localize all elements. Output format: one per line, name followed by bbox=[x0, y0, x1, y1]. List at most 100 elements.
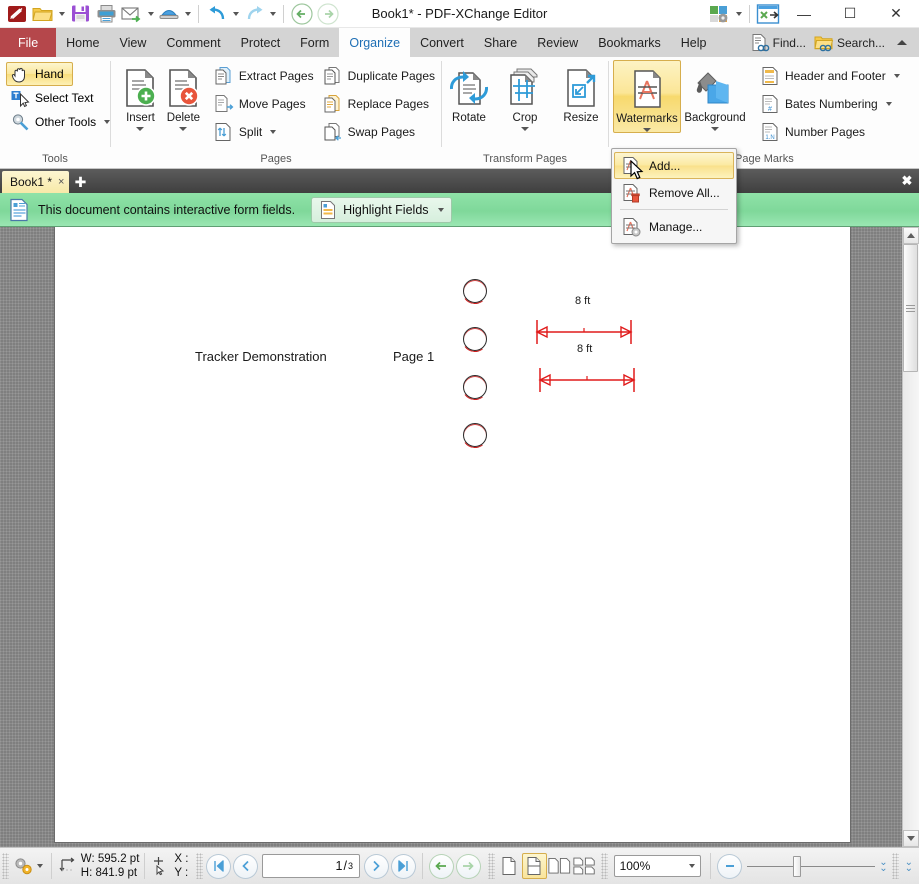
split-pages-caret-icon[interactable] bbox=[270, 130, 276, 134]
highlight-fields-button[interactable]: Highlight Fields bbox=[311, 197, 451, 223]
select-text-button[interactable]: Select Text bbox=[6, 86, 102, 110]
zoom-slider-thumb[interactable] bbox=[793, 856, 801, 877]
navigate-back-button[interactable] bbox=[429, 854, 454, 879]
pdf-page-1[interactable]: Tracker Demonstration Page 1 bbox=[55, 227, 850, 842]
collapse-ribbon-icon[interactable] bbox=[897, 40, 907, 45]
watermarks-caret-icon[interactable] bbox=[643, 128, 651, 132]
tab-organize[interactable]: Organize bbox=[339, 28, 410, 57]
vertical-scroll-thumb[interactable] bbox=[903, 244, 918, 372]
maximize-button[interactable]: ☐ bbox=[827, 0, 873, 28]
email-dropdown-caret[interactable] bbox=[145, 2, 156, 26]
two-page-view-icon[interactable] bbox=[547, 853, 572, 879]
tab-bookmarks[interactable]: Bookmarks bbox=[588, 28, 671, 57]
zoom-slider[interactable] bbox=[747, 866, 875, 867]
watermarks-button[interactable]: Watermarks bbox=[613, 60, 681, 133]
header-footer-caret-icon[interactable] bbox=[894, 74, 900, 78]
header-and-footer-button[interactable]: Header and Footer bbox=[757, 62, 906, 90]
vertical-scroll-track[interactable] bbox=[903, 244, 919, 830]
resize-pages-button[interactable]: Resize bbox=[555, 60, 607, 124]
app-logo-icon[interactable] bbox=[4, 2, 30, 26]
continuous-view-icon[interactable] bbox=[522, 853, 547, 879]
hand-tool-button[interactable]: Hand bbox=[6, 62, 73, 86]
background-button[interactable]: Background bbox=[681, 60, 749, 131]
tab-home[interactable]: Home bbox=[56, 28, 109, 57]
grid-view-icon[interactable] bbox=[572, 853, 597, 879]
fit-page-icon[interactable] bbox=[755, 2, 781, 26]
redo-icon[interactable] bbox=[241, 2, 267, 26]
bates-numbering-caret-icon[interactable] bbox=[886, 102, 892, 106]
insert-pages-button[interactable]: Insert bbox=[119, 60, 162, 131]
duplicate-pages-button[interactable]: Duplicate Pages bbox=[320, 62, 441, 90]
find-button[interactable]: Find... bbox=[746, 28, 810, 57]
new-tab-button[interactable]: ✚ bbox=[69, 172, 91, 193]
close-document-button[interactable]: ✖ bbox=[895, 169, 919, 193]
scroll-down-button[interactable] bbox=[903, 830, 919, 847]
open-dropdown-caret[interactable] bbox=[56, 2, 67, 26]
zoom-dropdown-caret-icon[interactable] bbox=[689, 864, 695, 868]
extract-pages-button[interactable]: Extract Pages bbox=[211, 62, 320, 90]
other-tools-button[interactable]: Other Tools bbox=[6, 110, 119, 134]
form-field-circle-3[interactable] bbox=[463, 375, 487, 399]
settings-gear-icon[interactable] bbox=[11, 855, 35, 877]
form-field-circle-2[interactable] bbox=[463, 327, 487, 351]
undo-dropdown-caret[interactable] bbox=[230, 2, 241, 26]
customize-caret-icon[interactable] bbox=[733, 2, 744, 26]
menu-item-add-watermark[interactable]: Add... bbox=[614, 152, 734, 179]
crop-pages-caret-icon[interactable] bbox=[521, 127, 529, 131]
watermarks-dropdown-menu[interactable]: Add... Remove All... bbox=[611, 148, 737, 244]
statusbar-settings-caret-icon[interactable] bbox=[35, 854, 46, 878]
zoom-in-button[interactable]: ⌄ ⌄ bbox=[879, 860, 887, 872]
document-tab-close-icon[interactable]: × bbox=[58, 176, 64, 188]
other-tools-caret-icon[interactable] bbox=[104, 120, 110, 124]
tab-help[interactable]: Help bbox=[671, 28, 717, 57]
back-icon[interactable] bbox=[289, 2, 315, 26]
zoom-out-button[interactable] bbox=[717, 854, 742, 879]
form-field-circle-1[interactable] bbox=[463, 279, 487, 303]
tab-comment[interactable]: Comment bbox=[156, 28, 230, 57]
scan-dropdown-caret[interactable] bbox=[182, 2, 193, 26]
replace-pages-button[interactable]: Replace Pages bbox=[320, 90, 441, 118]
insert-pages-caret-icon[interactable] bbox=[136, 127, 144, 131]
split-pages-button[interactable]: Split bbox=[211, 118, 320, 146]
vertical-scrollbar[interactable] bbox=[902, 227, 919, 847]
scroll-up-button[interactable] bbox=[903, 227, 919, 244]
minimize-button[interactable]: — bbox=[781, 0, 827, 28]
tab-share[interactable]: Share bbox=[474, 28, 527, 57]
highlight-fields-caret-icon[interactable] bbox=[438, 208, 444, 212]
measurement-annotation-2[interactable] bbox=[536, 365, 638, 395]
navigate-forward-button[interactable] bbox=[456, 854, 481, 879]
next-page-button[interactable] bbox=[364, 854, 389, 879]
scan-icon[interactable] bbox=[156, 2, 182, 26]
bates-numbering-button[interactable]: # Bates Numbering bbox=[757, 90, 906, 118]
document-tab-book1[interactable]: Book1 * × bbox=[2, 171, 69, 193]
menu-item-remove-all-watermarks[interactable]: Remove All... bbox=[614, 179, 734, 206]
close-button[interactable]: ✕ bbox=[873, 0, 919, 28]
number-pages-button[interactable]: 1.N Number Pages bbox=[757, 118, 906, 146]
customize-quick-access-icon[interactable] bbox=[707, 2, 733, 26]
zoom-slider-track[interactable] bbox=[747, 866, 875, 867]
last-page-button[interactable] bbox=[391, 854, 416, 879]
tab-file[interactable]: File bbox=[0, 28, 56, 57]
zoom-level-select[interactable]: 100% bbox=[614, 855, 702, 877]
first-page-button[interactable] bbox=[206, 854, 231, 879]
open-icon[interactable] bbox=[30, 2, 56, 26]
swap-pages-button[interactable]: Swap Pages bbox=[320, 118, 441, 146]
move-pages-button[interactable]: Move Pages bbox=[211, 90, 320, 118]
crop-pages-button[interactable]: Crop bbox=[499, 60, 551, 131]
single-page-view-icon[interactable] bbox=[497, 853, 522, 879]
print-icon[interactable] bbox=[93, 2, 119, 26]
undo-icon[interactable] bbox=[204, 2, 230, 26]
tab-convert[interactable]: Convert bbox=[410, 28, 474, 57]
email-icon[interactable] bbox=[119, 2, 145, 26]
page-number-input[interactable]: 1/3 bbox=[262, 854, 360, 878]
search-button[interactable]: Search... bbox=[810, 28, 889, 57]
tab-protect[interactable]: Protect bbox=[231, 28, 291, 57]
rotate-pages-button[interactable]: Rotate bbox=[443, 60, 495, 124]
previous-page-button[interactable] bbox=[233, 854, 258, 879]
save-icon[interactable] bbox=[67, 2, 93, 26]
menu-item-manage-watermarks[interactable]: Manage... bbox=[614, 213, 734, 240]
redo-dropdown-caret[interactable] bbox=[267, 2, 278, 26]
forward-icon[interactable] bbox=[315, 2, 341, 26]
form-field-circle-4[interactable] bbox=[463, 423, 487, 447]
tab-review[interactable]: Review bbox=[527, 28, 588, 57]
